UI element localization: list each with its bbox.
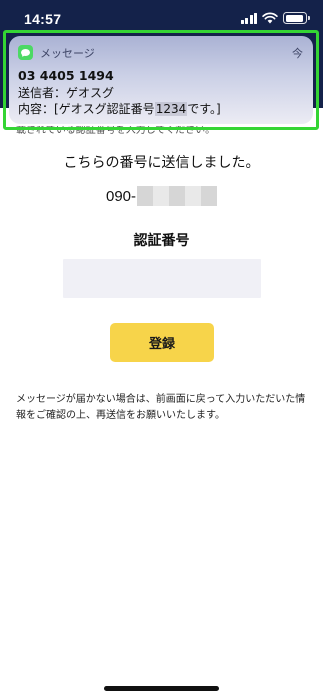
home-indicator[interactable] [104, 686, 219, 691]
highlight-frame [3, 30, 319, 130]
help-text: メッセージが届かない場合は、前画面に戻って入力いただいた情報をご確認の上、再送信… [16, 394, 306, 421]
battery-icon [283, 12, 310, 24]
status-time: 14:57 [24, 11, 62, 27]
register-button[interactable]: 登録 [110, 323, 214, 362]
signal-icon [240, 12, 257, 24]
code-label: 認証番号 [133, 233, 190, 249]
sent-message: こちらの番号に送信しました。 [63, 155, 260, 171]
verification-code-input[interactable] [63, 259, 261, 298]
status-icons [240, 12, 310, 24]
wifi-icon [262, 12, 278, 24]
phone-number-mask [137, 186, 218, 206]
phone-number: 090- [0, 186, 323, 206]
phone-prefix: 090- [105, 187, 137, 205]
